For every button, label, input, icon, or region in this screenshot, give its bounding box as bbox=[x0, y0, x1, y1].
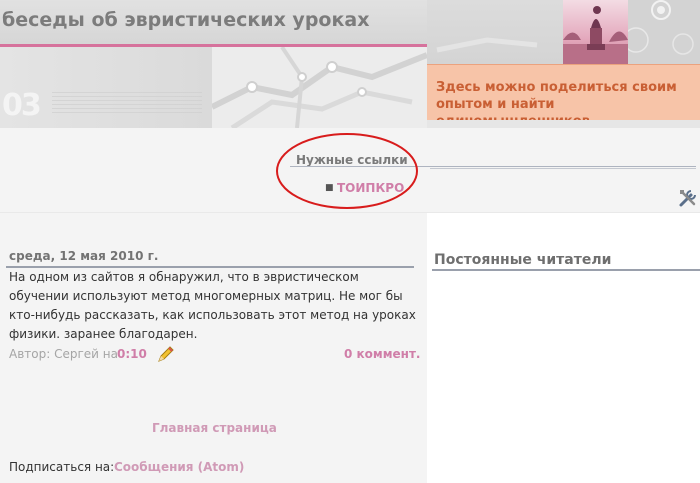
blog-header: беседы об эвристических уроках 03 Здесь … bbox=[0, 0, 700, 128]
header-number-graphic: 03 bbox=[2, 88, 42, 123]
post-body: На одном из сайтов я обнаружил, что в эв… bbox=[9, 270, 416, 341]
notice-banner: Здесь можно поделиться своим опытом и на… bbox=[427, 64, 700, 128]
metro-map-graphic bbox=[212, 47, 427, 128]
notice-bottom-strip bbox=[427, 120, 700, 128]
comments-link[interactable]: 0 коммент. bbox=[344, 347, 420, 361]
tools-icon[interactable] bbox=[678, 188, 698, 208]
home-link[interactable]: Главная страница bbox=[152, 421, 277, 435]
post-date: среда, 12 мая 2010 г. bbox=[9, 249, 159, 263]
pencil-icon[interactable] bbox=[156, 344, 176, 368]
header-decorative-text bbox=[52, 92, 202, 114]
header-right-panel bbox=[427, 0, 563, 64]
red-annotation-ellipse bbox=[276, 133, 418, 209]
post-byline: Автор: Сергей на bbox=[9, 347, 118, 361]
sidebar: Постоянные читатели bbox=[427, 213, 700, 483]
links-section: Нужные ссылки ■ ТОИПКРО bbox=[0, 128, 700, 212]
main-column: среда, 12 мая 2010 г. На одном из сайтов… bbox=[0, 213, 427, 483]
blog-title[interactable]: беседы об эвристических уроках bbox=[2, 9, 369, 31]
links-divider-secondary bbox=[430, 168, 696, 169]
post-time-link[interactable]: 0:10 bbox=[117, 347, 147, 361]
circles-graphic bbox=[628, 0, 700, 64]
monument-photo bbox=[563, 0, 628, 64]
followers-divider bbox=[432, 269, 700, 271]
subscribe-atom-link[interactable]: Сообщения (Atom) bbox=[114, 460, 244, 474]
subscribe-label: Подписаться на: bbox=[9, 460, 115, 474]
followers-title: Постоянные читатели bbox=[434, 252, 612, 268]
